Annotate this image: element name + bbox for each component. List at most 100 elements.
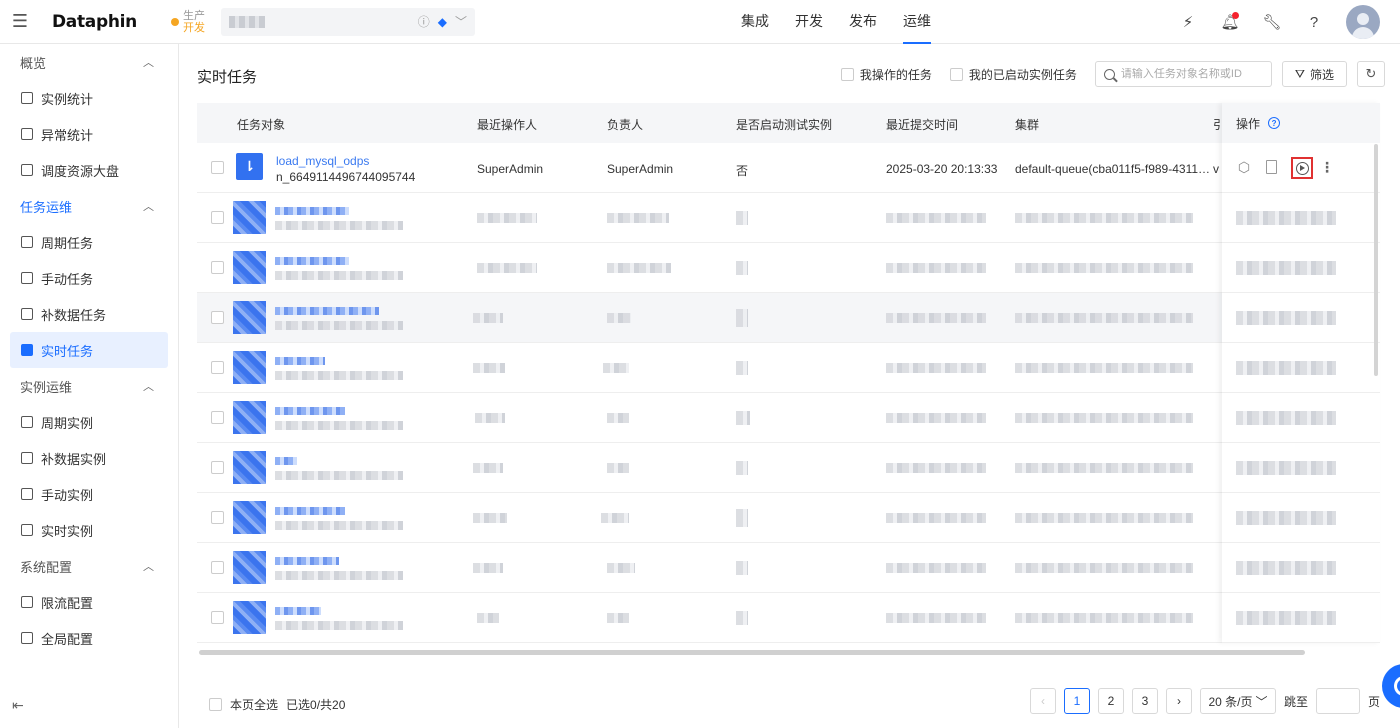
page-size-select[interactable]: 20 条/页 ﹀ (1199, 688, 1276, 714)
sidebar-item-manual-task[interactable]: 手动任务 (10, 260, 168, 296)
info-icon[interactable]: ⓘ (418, 13, 430, 30)
row-checkbox[interactable] (211, 211, 224, 224)
wrench-icon[interactable]: 🔧︎ (1262, 12, 1282, 32)
blur (1015, 513, 1193, 523)
select-all-checkbox[interactable] (209, 697, 222, 711)
chevron-down-icon: ﹀ (1255, 694, 1268, 709)
nav-operations[interactable]: 运维 (890, 0, 944, 44)
env-switch[interactable]: 生产 开发 (170, 9, 205, 34)
table-row-blurred[interactable] (197, 443, 1380, 493)
table-row-blurred[interactable] (197, 293, 1380, 343)
search-input[interactable] (1120, 68, 1261, 80)
sidebar-item-periodic-task[interactable]: 周期任务 (10, 224, 168, 260)
sidebar-item-realtime-instance[interactable]: 实时实例 (10, 512, 168, 548)
select-all[interactable]: 本页全选 (209, 696, 278, 713)
blur (275, 371, 403, 380)
row-checkbox[interactable] (211, 311, 224, 324)
sidebar-item-global-config[interactable]: 全局配置 (10, 620, 168, 656)
table-row-blurred[interactable] (197, 493, 1380, 543)
blur (886, 513, 986, 523)
task-name-link[interactable]: load_mysql_odps (276, 154, 369, 168)
refresh-button[interactable]: ↻ (1357, 61, 1385, 87)
help-circle-icon[interactable]: ? (1268, 117, 1281, 129)
row-checkbox[interactable] (211, 511, 224, 524)
document-icon[interactable] (1263, 159, 1279, 175)
sidebar-item-manual-instance[interactable]: 手动实例 (10, 476, 168, 512)
col-submit-time[interactable]: 最近提交时间 (886, 116, 958, 133)
start-button[interactable] (1291, 157, 1313, 179)
row-checkbox[interactable] (211, 361, 224, 374)
checkbox[interactable] (949, 67, 963, 81)
ops-row-blurred (1222, 243, 1380, 293)
col-operator[interactable]: 最近操作人 (477, 116, 537, 133)
col-task[interactable]: 任务对象 (237, 116, 285, 133)
filter-button[interactable]: ⛛ 筛选 (1281, 61, 1347, 87)
chevron-down-icon[interactable]: ﹀ (455, 13, 467, 30)
app-logo[interactable]: Dataphin (52, 12, 137, 32)
sidebar-group-instance-ops[interactable]: 实例运维 ︿ (0, 368, 178, 404)
sidebar-item-resource-dashboard[interactable]: 调度资源大盘 (10, 152, 168, 188)
env-prod-label: 生产 (182, 9, 205, 22)
sidebar-group-system-config[interactable]: 系统配置 ︿ (0, 548, 178, 584)
row-checkbox[interactable] (211, 611, 224, 624)
blur (607, 463, 629, 473)
row-checkbox[interactable] (211, 461, 224, 474)
table-row[interactable]: ⇂ load_mysql_odps n_6649114496744095744 … (197, 143, 1380, 193)
blur (473, 463, 503, 473)
more-icon[interactable]: ⋮ (1319, 159, 1335, 175)
nav-development[interactable]: 开发 (782, 0, 836, 44)
next-page-button[interactable]: › (1165, 688, 1192, 714)
prev-page-button[interactable]: ‹ (1029, 688, 1056, 714)
row-checkbox[interactable] (211, 411, 224, 424)
sidebar-group-task-ops[interactable]: 任务运维 ︿ (0, 188, 178, 224)
row-checkbox[interactable] (211, 161, 224, 174)
page-2[interactable]: 2 (1097, 688, 1124, 714)
help-icon[interactable]: ? (1304, 12, 1324, 32)
vertical-scrollbar[interactable] (1374, 144, 1378, 376)
sidebar-group-overview[interactable]: 概览 ︿ (0, 44, 178, 80)
sidebar-item-backfill-instance[interactable]: 补数据实例 (10, 440, 168, 476)
sidebar-item-realtime-task[interactable]: 实时任务 (10, 332, 168, 368)
sidebar-item-backfill-task[interactable]: 补数据任务 (10, 296, 168, 332)
row-checkbox[interactable] (211, 561, 224, 574)
task-icon-blurred (233, 351, 266, 384)
avatar[interactable] (1346, 5, 1380, 39)
collapse-sidebar-icon[interactable]: ⇤ (12, 697, 24, 714)
nav-integration[interactable]: 集成 (728, 0, 782, 44)
realtime-icon (21, 344, 33, 356)
hexagon-icon[interactable]: ⬡ (1236, 159, 1252, 175)
sidebar-item-instance-stats[interactable]: 实例统计 (10, 80, 168, 116)
col-owner[interactable]: 负责人 (607, 116, 643, 133)
blur (1236, 361, 1336, 375)
row-checkbox[interactable] (211, 261, 224, 274)
menu-icon[interactable]: ☰ (0, 0, 40, 44)
bell-icon[interactable]: 🔔︎ (1220, 12, 1240, 32)
checkbox[interactable] (840, 67, 854, 81)
task-icon-blurred (233, 201, 266, 234)
sidebar-item-rate-limit[interactable]: 限流配置 (10, 584, 168, 620)
lightning-icon[interactable]: ⚡ (1178, 12, 1198, 32)
sidebar-item-exception-stats[interactable]: 异常统计 (10, 116, 168, 152)
horizontal-scrollbar[interactable] (199, 650, 1305, 655)
filter-my-started[interactable]: 我的已启动实例任务 (949, 66, 1077, 83)
sidebar-item-periodic-instance[interactable]: 周期实例 (10, 404, 168, 440)
filter-my-operated[interactable]: 我操作的任务 (840, 66, 932, 83)
table-row-blurred[interactable] (197, 193, 1380, 243)
blur (1015, 563, 1193, 573)
page-3[interactable]: 3 (1131, 688, 1158, 714)
table-row-blurred[interactable] (197, 343, 1380, 393)
table-row-blurred[interactable] (197, 593, 1380, 643)
blur (1236, 561, 1336, 575)
table-row-blurred[interactable] (197, 243, 1380, 293)
nav-publish[interactable]: 发布 (836, 0, 890, 44)
search-box[interactable] (1094, 61, 1272, 87)
table-row-blurred[interactable] (197, 393, 1380, 443)
project-selector[interactable]: ⓘ ◆ ﹀ (220, 7, 475, 36)
jump-page-input[interactable] (1315, 688, 1360, 714)
ops-row-blurred (1222, 593, 1380, 643)
task-icon-blurred (233, 251, 266, 284)
page-1[interactable]: 1 (1063, 688, 1090, 714)
col-test-instance[interactable]: 是否启动测试实例 (736, 116, 832, 133)
table-row-blurred[interactable] (197, 543, 1380, 593)
col-cluster[interactable]: 集群 (1015, 116, 1039, 133)
